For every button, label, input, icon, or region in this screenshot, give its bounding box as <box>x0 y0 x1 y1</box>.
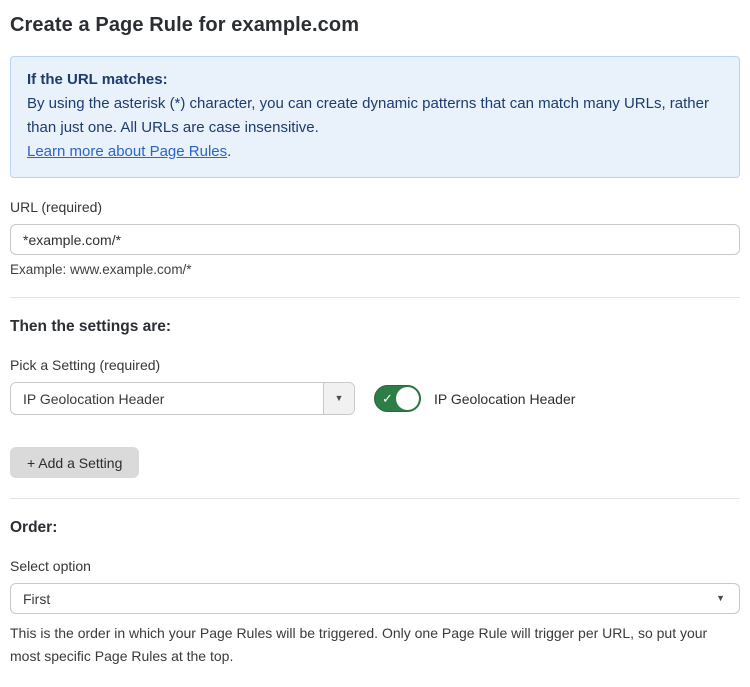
url-example-helper: Example: www.example.com/* <box>10 262 740 277</box>
toggle-knob <box>396 387 419 410</box>
url-matches-info-box: If the URL matches: By using the asteris… <box>10 56 740 178</box>
ip-geolocation-toggle[interactable]: ✓ <box>374 385 421 412</box>
toggle-label: IP Geolocation Header <box>434 391 575 407</box>
order-select-value: First <box>23 591 716 607</box>
check-icon: ✓ <box>382 391 393 404</box>
info-box-link-line: Learn more about Page Rules. <box>27 140 723 164</box>
link-suffix: . <box>227 143 231 160</box>
create-page-rule-form: Create a Page Rule for example.com If th… <box>0 0 750 687</box>
order-select[interactable]: First ▼ <box>10 583 740 614</box>
learn-more-link[interactable]: Learn more about Page Rules <box>27 143 227 160</box>
order-select-label: Select option <box>10 558 740 574</box>
url-input[interactable] <box>10 224 740 255</box>
info-box-heading: If the URL matches: <box>27 68 723 92</box>
order-helper-text: This is the order in which your Page Rul… <box>10 622 740 668</box>
add-setting-button[interactable]: + Add a Setting <box>10 447 139 478</box>
chevron-down-icon: ▼ <box>335 394 344 403</box>
setting-select-arrow-button[interactable]: ▼ <box>323 383 354 414</box>
order-section-heading: Order: <box>10 519 740 537</box>
setting-select-value: IP Geolocation Header <box>11 383 323 414</box>
setting-select[interactable]: IP Geolocation Header ▼ <box>10 382 355 415</box>
url-field-label: URL (required) <box>10 199 740 215</box>
divider-order <box>10 498 740 499</box>
chevron-down-icon: ▼ <box>716 594 725 603</box>
page-title: Create a Page Rule for example.com <box>10 14 740 37</box>
setting-row: IP Geolocation Header ▼ ✓ IP Geolocation… <box>10 382 740 415</box>
divider-settings <box>10 297 740 298</box>
settings-section-heading: Then the settings are: <box>10 318 740 336</box>
pick-setting-label: Pick a Setting (required) <box>10 357 740 373</box>
info-box-body: By using the asterisk (*) character, you… <box>27 92 723 140</box>
